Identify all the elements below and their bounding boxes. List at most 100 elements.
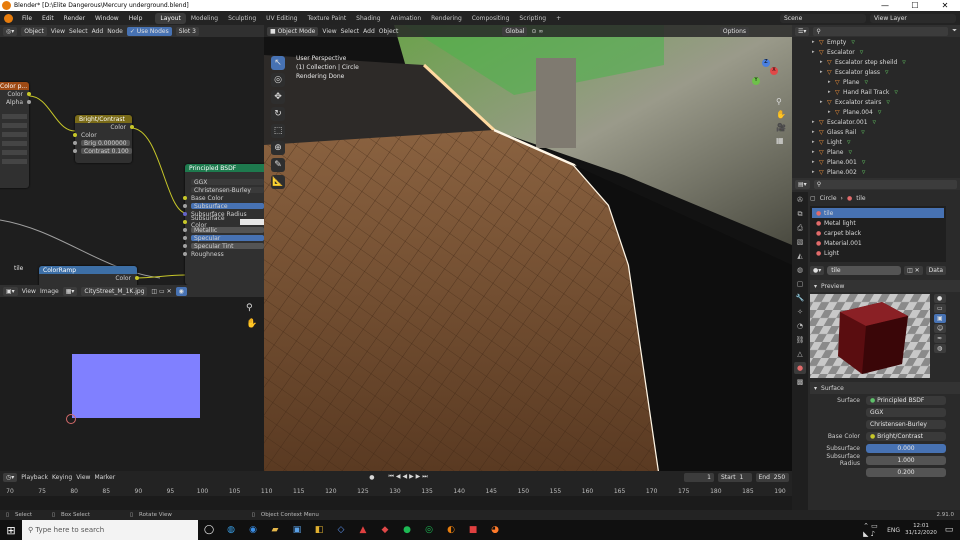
sticky-notes-icon[interactable]: ◧	[310, 523, 328, 537]
3d-viewport[interactable]: ■ Object Mode View Select Add Object Glo…	[264, 25, 792, 471]
taskbar-search-input[interactable]: ⚲ Type here to search	[22, 520, 198, 540]
image-menu-view[interactable]: View	[22, 288, 36, 295]
socket-icon[interactable]	[183, 204, 187, 208]
outliner-item[interactable]: ▸ ▽ Escalator step sheild ▿	[792, 57, 960, 67]
subsurface-color-swatch[interactable]	[239, 219, 264, 225]
socket-icon[interactable]	[27, 92, 31, 96]
app-icon[interactable]: ▲	[354, 523, 372, 537]
menu-window[interactable]: Window	[90, 15, 124, 22]
viewport-menu-view[interactable]: View	[322, 28, 336, 35]
expand-triangle-icon[interactable]: ▸	[812, 169, 819, 175]
preview-hair-icon[interactable]: ≈	[934, 334, 947, 343]
expand-triangle-icon[interactable]: ▸	[812, 39, 819, 45]
outliner-item[interactable]: ▸ ▽ Empty ▿	[792, 37, 960, 47]
timeline-menu-marker[interactable]: Marker	[94, 474, 115, 481]
scale-tool-icon[interactable]: ⬚	[271, 124, 285, 138]
hand-pan-icon[interactable]: ✋	[246, 319, 258, 331]
image-tools-icon[interactable]: ◫ ▭ ✕	[151, 288, 171, 295]
bright-contrast-node[interactable]: Bright/Contrast Color Color Brig 0.00000…	[73, 115, 134, 163]
app-icon[interactable]: ■	[464, 523, 482, 537]
editor-type-button[interactable]: ◷▾	[3, 472, 18, 482]
close-button[interactable]: ✕	[930, 1, 960, 10]
viewport-menu-add[interactable]: Add	[363, 28, 375, 35]
outliner-item[interactable]: ▸ ▽ Hand Rail Track ▿	[792, 87, 960, 97]
menu-render[interactable]: Render	[59, 15, 90, 22]
socket-icon[interactable]	[183, 228, 187, 232]
timeline-menu-keying[interactable]: Keying	[52, 474, 72, 481]
viewport-menu-object[interactable]: Object	[379, 28, 399, 35]
output-tab-icon[interactable]: ⎙	[794, 222, 806, 234]
system-tray-icons[interactable]: ⌃ ▭ ◣ ♪	[863, 522, 881, 538]
scene-tab-icon[interactable]: ◭	[794, 250, 806, 262]
outliner-item[interactable]: ▸ ▽ Plane.004 ▿	[792, 107, 960, 117]
file-explorer-icon[interactable]: ▰	[266, 523, 284, 537]
modifier-tab-icon[interactable]: 🔧	[794, 292, 806, 304]
expand-triangle-icon[interactable]: ▸	[812, 159, 819, 165]
firefox-icon[interactable]: ◕	[486, 523, 504, 537]
tab-texture-paint[interactable]: Texture Paint	[302, 13, 351, 24]
material-actions-icon[interactable]: ◫ ✕	[904, 265, 923, 275]
timeline[interactable]: ◷▾ Playback Keying View Marker ● ⏮◀◀▶▶⏭ …	[0, 471, 792, 510]
tab-layout[interactable]: Layout	[155, 12, 186, 24]
start-frame-field[interactable]: Start 1	[717, 472, 752, 482]
transform-tool-icon[interactable]: ⊕	[271, 141, 285, 155]
editor-type-button[interactable]: ▣▾	[3, 286, 18, 296]
transform-orientation-selector[interactable]: Global	[502, 26, 528, 36]
timeline-ruler[interactable]: 70 75 80 85 90 95 100 105 110 115 120 125 130 135 140 1…	[0, 484, 792, 496]
socket-icon[interactable]	[183, 220, 187, 224]
tab-sculpting[interactable]: Sculpting	[223, 13, 261, 24]
socket-icon[interactable]	[183, 212, 187, 216]
material-name-field[interactable]: tile	[827, 265, 902, 275]
maximize-button[interactable]: ☐	[900, 1, 930, 10]
windows-start-icon[interactable]: ⊞	[0, 524, 22, 537]
tab-uv-editing[interactable]: UV Editing	[261, 13, 302, 24]
snapping-icon[interactable]: ⊙ ∞	[531, 28, 543, 35]
blender-icon[interactable]: ◐	[442, 523, 460, 537]
material-slot-item[interactable]: ● tile	[812, 208, 944, 218]
preview-world-icon[interactable]: ◍	[934, 344, 947, 353]
chrome-browser-icon[interactable]: ◉	[244, 523, 262, 537]
image-view-toggle-icon[interactable]: ◉	[175, 286, 187, 296]
subsurface-radius-x-field[interactable]: 1.000	[866, 455, 946, 465]
expand-triangle-icon[interactable]: ▸	[812, 149, 819, 155]
material-slot-item[interactable]: ● carpet black	[812, 228, 944, 238]
gizmo-x-axis[interactable]: X	[770, 67, 778, 75]
outliner-item[interactable]: ▸ ▽ Plane.001 ▿	[792, 157, 960, 167]
data-tab-icon[interactable]: △	[794, 348, 806, 360]
outliner-item[interactable]: ▸ ▽ Plane ▿	[792, 147, 960, 157]
editor-type-button[interactable]: ▤▾	[795, 179, 810, 189]
bright-field[interactable]: Brig 0.000000	[81, 140, 130, 147]
outliner-item[interactable]: ▸ ▽ Excalator stairs ▿	[792, 97, 960, 107]
rotate-tool-icon[interactable]: ↻	[271, 107, 285, 121]
menu-edit[interactable]: Edit	[37, 15, 59, 22]
edge-browser-icon[interactable]: ◍	[222, 523, 240, 537]
socket-icon[interactable]	[183, 236, 187, 240]
subsurface-method-select[interactable]: Christensen-Burley	[866, 419, 946, 429]
tab-compositing[interactable]: Compositing	[467, 13, 515, 24]
expand-triangle-icon[interactable]: ▸	[820, 69, 827, 75]
app-icon[interactable]: ◆	[376, 523, 394, 537]
playback-controls[interactable]: ⏮◀◀▶▶⏭	[388, 473, 429, 481]
socket-icon[interactable]	[183, 196, 187, 200]
shader-node-editor[interactable]: ◎▾ Object View Select Add Node ✓ Use Nod…	[0, 25, 264, 285]
distribution-select[interactable]: GGX	[866, 407, 946, 417]
viewport-options-button[interactable]: Options	[719, 26, 749, 36]
view-layer-selector[interactable]: View Layer	[870, 13, 956, 23]
keyboard-language[interactable]: ENG	[887, 527, 900, 534]
outliner-item[interactable]: ▸ ▽ Escalator glass ▿	[792, 67, 960, 77]
material-slot-item[interactable]: ● Light	[812, 248, 944, 258]
material-tab-icon[interactable]: ●	[794, 362, 806, 374]
image-editor[interactable]: ▣▾ View Image ▦▾ CityStreet_M_1K.jpg ◫ ▭…	[0, 285, 264, 471]
menu-help[interactable]: Help	[124, 15, 148, 22]
image-browse-icon[interactable]: ▦▾	[62, 286, 78, 296]
material-slot-item[interactable]: ● Material.001	[812, 238, 944, 248]
expand-triangle-icon[interactable]: ▸	[828, 89, 835, 95]
tab-scripting[interactable]: Scripting	[514, 13, 551, 24]
properties-editor[interactable]: ▤▾ ⚲ ✇ ⧉ ⎙ ▧ ◭ ◍ ▢ 🔧 ✧ ◔ ⛓ △ ● ▩ ▢ Circl…	[792, 178, 960, 510]
preview-cube-icon[interactable]: ▣	[934, 314, 947, 323]
hand-pan-icon[interactable]: ✋	[776, 110, 786, 119]
record-icon[interactable]: ●	[369, 474, 374, 481]
socket-icon[interactable]	[183, 244, 187, 248]
scene-selector[interactable]: Scene	[780, 13, 866, 23]
end-frame-field[interactable]: End 250	[755, 472, 790, 482]
